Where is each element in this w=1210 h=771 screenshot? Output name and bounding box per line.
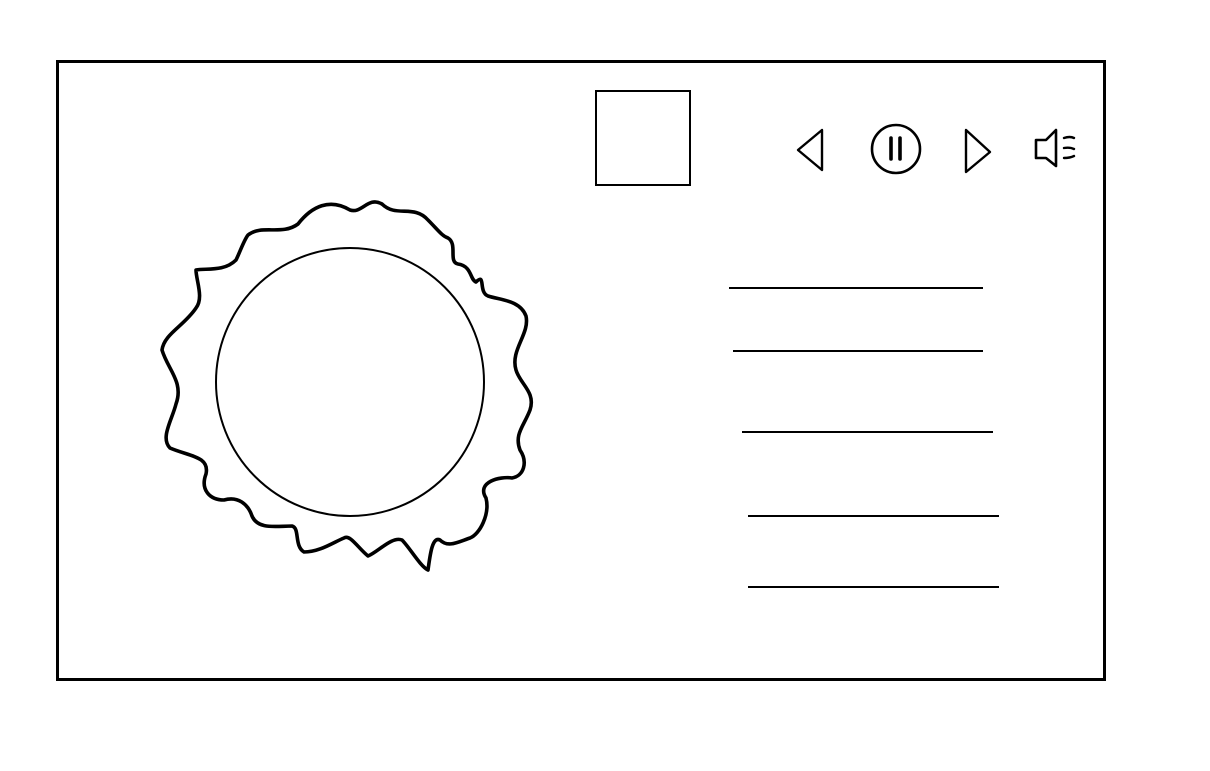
volume-icon [1034,128,1076,168]
volume-button[interactable] [1030,126,1084,170]
playlist-item[interactable] [742,431,993,433]
playlist-item[interactable] [729,287,983,289]
playlist-item[interactable] [733,350,983,352]
next-button[interactable] [958,126,994,176]
playlist-item[interactable] [748,515,999,517]
previous-button[interactable] [792,126,828,174]
pause-icon [870,123,922,175]
sun-visualizer-icon [160,200,534,572]
playlist-item[interactable] [748,586,999,588]
next-icon [964,128,992,174]
previous-icon [796,128,824,172]
album-art [595,90,691,186]
pause-button[interactable] [868,121,924,177]
sun-visualizer [150,190,550,590]
